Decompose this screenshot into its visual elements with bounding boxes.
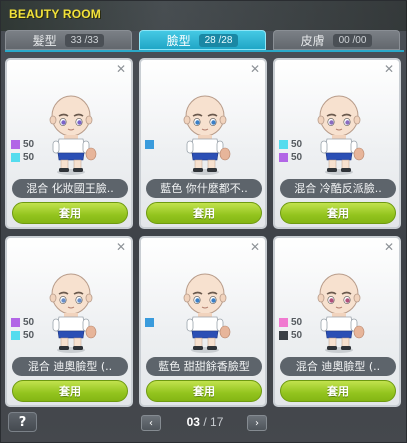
character-avatar [317,273,365,353]
category-tabs: 髮型 33 /33 臉型 28 /28 皮膚 00 /00 [5,30,404,51]
tab-skin[interactable]: 皮膚 00 /00 [273,30,400,50]
tab-face-count: 28 /28 [198,33,239,47]
color-swatch [279,331,288,340]
face-card[interactable]: ✕ 50 50 混合 迪奧臉型 (.. 套用 [5,236,133,407]
character-avatar [317,95,365,175]
tab-skin-label: 皮膚 [300,33,325,48]
page-indicator: 03 / 17 [171,415,239,429]
color-swatch [279,153,288,162]
apply-button[interactable]: 套用 [146,202,262,224]
apply-button[interactable]: 套用 [12,380,128,402]
close-icon[interactable]: ✕ [116,240,126,254]
color-swatch [11,331,20,340]
help-button[interactable]: ? [8,412,37,432]
tab-hair[interactable]: 髮型 33 /33 [5,30,132,50]
color-swatch-row: 50 [279,151,302,164]
chevron-left-icon: ‹ [149,417,153,429]
character-avatar [49,95,97,175]
apply-button[interactable]: 套用 [280,202,396,224]
tab-hair-count: 33 /33 [64,33,105,47]
mix-percent: 50 [291,330,303,341]
total-pages: 17 [210,415,224,429]
color-mix-info: 50 50 [11,138,34,164]
mix-percent: 50 [23,330,35,341]
color-swatch [11,140,20,149]
color-mix-info: 50 50 [11,316,34,342]
mix-percent: 50 [23,139,35,150]
color-mix-info [145,316,157,329]
current-page: 03 [186,415,200,429]
tab-face-label: 臉型 [166,33,191,48]
apply-button[interactable]: 套用 [146,380,262,402]
color-mix-info: 50 50 [279,138,302,164]
color-swatch [145,140,154,149]
character-avatar [183,273,231,353]
character-avatar [183,95,231,175]
color-swatch-row: 50 [11,138,34,151]
color-swatch-row: 50 [279,329,302,342]
face-card[interactable]: ✕ 藍色 甜甜餘香臉型 套用 [139,236,267,407]
face-name: 混合 迪奧臉型 (.. [12,357,128,376]
next-page-button[interactable]: › [247,415,267,431]
tab-skin-count: 00 /00 [332,33,373,47]
page-separator: / [203,415,207,429]
color-swatch [279,140,288,149]
close-icon[interactable]: ✕ [250,62,260,76]
color-mix-info [145,138,157,151]
close-icon[interactable]: ✕ [384,240,394,254]
chevron-right-icon: › [255,417,259,429]
color-swatch [145,318,154,327]
apply-button[interactable]: 套用 [280,380,396,402]
color-swatch [279,318,288,327]
mix-percent: 50 [291,139,303,150]
face-name: 混合 冷酷反派臉.. [280,179,396,198]
tab-underline [5,50,404,52]
color-swatch-row: 50 [11,316,34,329]
color-mix-info: 50 50 [279,316,302,342]
color-swatch-row: 50 [279,138,302,151]
color-swatch [11,318,20,327]
tab-hair-label: 髮型 [32,33,57,48]
beauty-room-window: BEAUTY ROOM 髮型 33 /33 臉型 28 /28 皮膚 00 /0… [0,0,407,443]
mix-percent: 50 [291,152,303,163]
color-swatch-row: 50 [279,316,302,329]
face-card-grid: ✕ 50 50 混合 化妝國王臉.. 套用 ✕ 藍色 你什麼都不.. 套用 ✕ … [5,58,404,430]
window-title: BEAUTY ROOM [9,7,101,21]
apply-button[interactable]: 套用 [12,202,128,224]
face-card[interactable]: ✕ 50 50 混合 化妝國王臉.. 套用 [5,58,133,229]
color-swatch-row: 50 [11,151,34,164]
face-name: 混合 化妝國王臉.. [12,179,128,198]
tab-face[interactable]: 臉型 28 /28 [139,30,266,50]
close-icon[interactable]: ✕ [384,62,394,76]
mix-percent: 50 [23,152,35,163]
mix-percent: 50 [23,317,35,328]
color-swatch-row [145,316,157,329]
color-swatch-row: 50 [11,329,34,342]
prev-page-button[interactable]: ‹ [141,415,161,431]
face-name: 藍色 甜甜餘香臉型 [146,357,262,376]
mix-percent: 50 [291,317,303,328]
face-card[interactable]: ✕ 50 50 混合 冷酷反派臉.. 套用 [273,58,401,229]
color-swatch-row [145,138,157,151]
color-swatch [11,153,20,162]
close-icon[interactable]: ✕ [116,62,126,76]
pagination: ‹ 03 / 17 › [141,415,269,432]
face-name: 藍色 你什麼都不.. [146,179,262,198]
close-icon[interactable]: ✕ [250,240,260,254]
face-card[interactable]: ✕ 50 50 混合 迪奧臉型 (.. 套用 [273,236,401,407]
character-avatar [49,273,97,353]
face-card[interactable]: ✕ 藍色 你什麼都不.. 套用 [139,58,267,229]
face-name: 混合 迪奧臉型 (.. [280,357,396,376]
